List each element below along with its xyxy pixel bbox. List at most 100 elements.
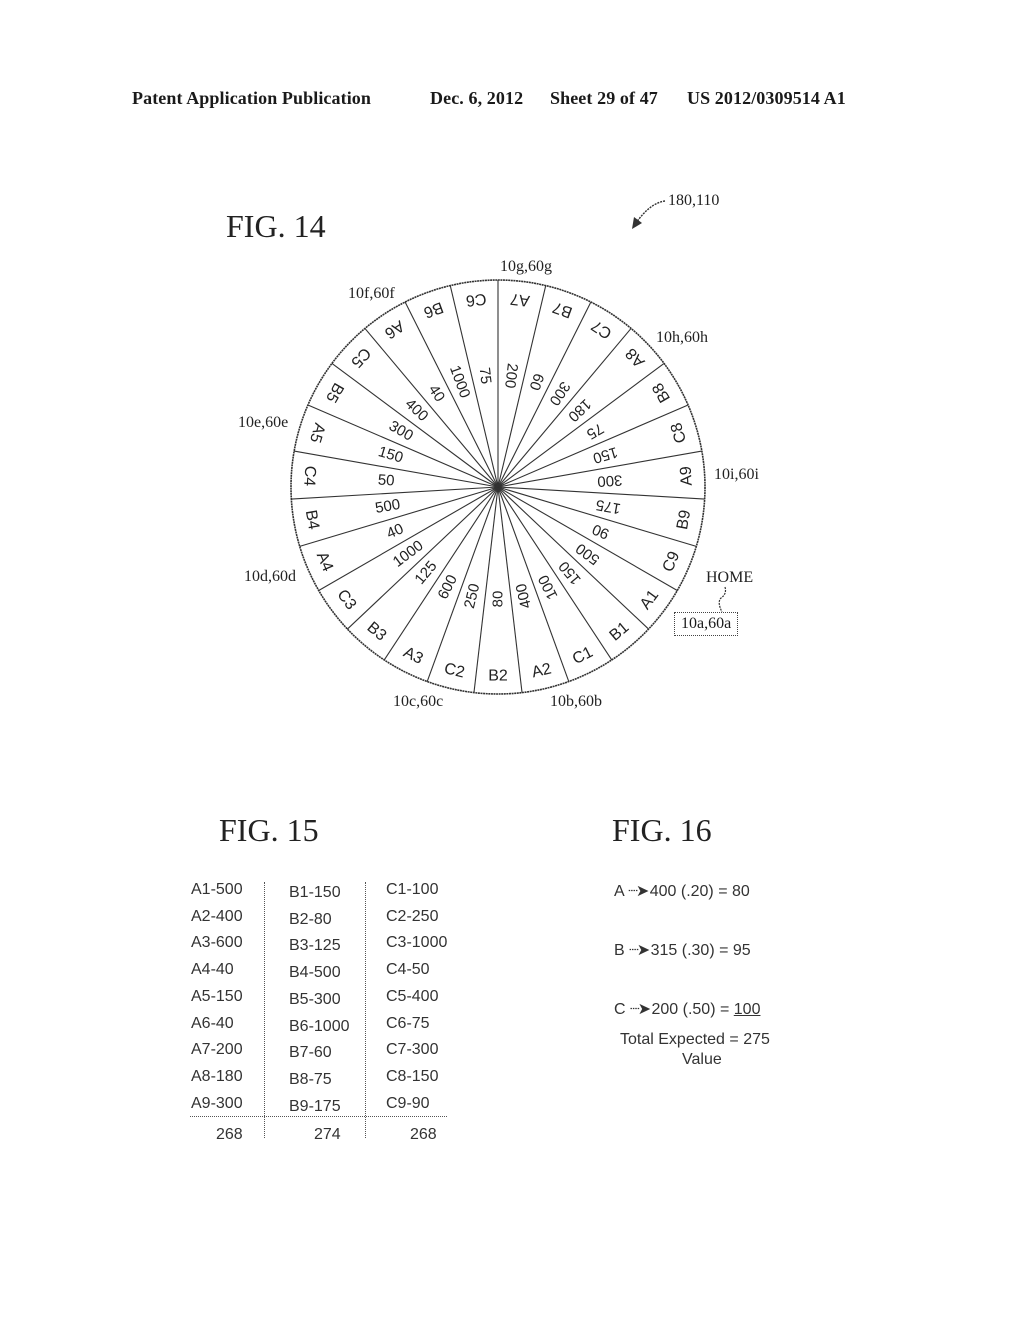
table-cell: A6-40 <box>191 1014 234 1032</box>
table-cell: A9-300 <box>191 1094 243 1112</box>
segment-divider <box>404 301 499 488</box>
segment-label: A8 <box>623 344 649 370</box>
segment-label: C2 <box>443 660 467 681</box>
position-label-e: 10e,60e <box>238 414 289 431</box>
segment-value: 400 <box>513 582 535 610</box>
fig16-total: Total Expected = 275 <box>620 1031 770 1048</box>
segment-label: A9 <box>678 466 696 487</box>
segment-label: B6 <box>421 298 445 321</box>
segment-label: A7 <box>509 290 531 309</box>
position-label-i: 10i,60i <box>714 466 759 483</box>
equation-expression: 200 (.50) = <box>651 1001 734 1018</box>
segment-value: 40 <box>425 382 448 405</box>
segment-label: A5 <box>306 421 328 445</box>
arrow-icon: ┈➤ <box>628 883 650 900</box>
segment-value: 500 <box>374 496 402 517</box>
segment-label: C8 <box>668 420 690 445</box>
segment-divider <box>497 486 678 591</box>
table-cell: B5-300 <box>289 990 341 1008</box>
table-cell: C2-250 <box>386 907 439 925</box>
column-total: 268 <box>410 1126 437 1143</box>
segment-value: 150 <box>555 558 584 588</box>
table-cell: C8-150 <box>386 1067 439 1085</box>
position-label-d: 10d,60d <box>244 568 296 585</box>
segment-divider <box>307 404 499 488</box>
segment-value: 50 <box>377 472 395 490</box>
segment-value: 500 <box>573 540 603 569</box>
segment-value: 150 <box>591 443 620 466</box>
home-label: HOME <box>706 569 754 586</box>
segment-value: 175 <box>594 496 622 517</box>
fig16-title: FIG. 16 <box>612 812 712 848</box>
segment-value: 150 <box>376 443 405 466</box>
column-total: 274 <box>314 1126 341 1143</box>
position-label-c: 10c,60c <box>393 693 444 710</box>
table-cell: C4-50 <box>386 961 430 979</box>
equation-expression: 315 (.30) = <box>650 942 733 959</box>
table-cell: C5-400 <box>386 987 439 1005</box>
segment-value: 180 <box>565 395 595 425</box>
table-cell: C1-100 <box>386 881 439 898</box>
table-cell: B1-150 <box>289 884 341 901</box>
segment-divider <box>497 404 689 488</box>
equation-expression: 400 (.20) = <box>649 883 732 900</box>
segment-value: 250 <box>461 582 483 610</box>
equation-line: B ┈➤ 315 (.30) = 95 <box>614 940 751 960</box>
table-cell: A4-40 <box>191 961 234 979</box>
table-cell: C3-1000 <box>386 934 448 952</box>
segment-label: C1 <box>570 644 596 668</box>
equation-line: A ┈➤ 400 (.20) = 80 <box>614 881 750 901</box>
segment-divider <box>318 486 499 591</box>
equation-result: 100 <box>733 1001 761 1018</box>
equation-letter: C <box>614 1001 630 1018</box>
segment-label: C5 <box>347 344 373 371</box>
segment-label: B5 <box>322 380 347 406</box>
segment-divider <box>364 328 499 488</box>
table-cell: C7-300 <box>386 1041 439 1059</box>
table-divider-1 <box>264 882 265 1138</box>
table-divider-2 <box>365 882 366 1138</box>
segment-label: A1 <box>637 587 662 613</box>
home-position-box: 10a,60a <box>674 612 739 636</box>
equation-line: C ┈➤ 200 (.50) = 100 <box>614 999 760 1019</box>
arrow-icon: ┈➤ <box>630 1001 652 1018</box>
position-label-b: 10b,60b <box>550 693 602 710</box>
fig16-total-value-label: Value <box>682 1051 722 1068</box>
arrow-icon: ┈➤ <box>629 942 651 959</box>
table-cell: A3-600 <box>191 934 243 952</box>
segment-value: 75 <box>476 366 495 385</box>
segment-divider <box>426 486 499 682</box>
table-cell: C9-90 <box>386 1094 430 1112</box>
equation-result: 80 <box>732 883 750 900</box>
table-cell: B6-1000 <box>289 1017 350 1035</box>
segment-value: 400 <box>402 395 432 425</box>
fig15-title: FIG. 15 <box>219 812 319 848</box>
segment-value: 1000 <box>446 363 473 400</box>
segment-label: C4 <box>300 465 318 487</box>
column-total: 268 <box>216 1126 243 1143</box>
segment-label: C6 <box>465 290 487 309</box>
table-cell: A8-180 <box>191 1067 243 1085</box>
table-cell: B7-60 <box>289 1044 332 1062</box>
segment-label: B8 <box>649 380 674 406</box>
segment-divider <box>497 328 632 488</box>
table-cell: A1-500 <box>191 881 243 898</box>
segment-value: 125 <box>411 558 440 588</box>
equation-letter: B <box>614 942 630 959</box>
segment-label: B7 <box>550 298 574 321</box>
segment-label: A2 <box>530 660 553 681</box>
segment-divider <box>497 486 570 682</box>
table-cell: C6-75 <box>386 1014 430 1032</box>
equation-letter: A <box>614 883 629 900</box>
segment-label: C9 <box>660 549 684 575</box>
table-cell: B4-500 <box>289 964 341 982</box>
fig14-wheel: A7200B760C7300A8180B875 C8150A9300B9175C9… <box>290 279 706 695</box>
table-cell: B9-175 <box>289 1097 341 1115</box>
table-cell: B2-80 <box>289 910 332 928</box>
segment-label: B1 <box>607 619 633 645</box>
table-total-rule <box>190 1116 447 1117</box>
segment-label: A4 <box>313 550 336 575</box>
table-cell: A7-200 <box>191 1041 243 1059</box>
segment-value: 75 <box>584 419 607 442</box>
segment-label: B2 <box>488 668 508 685</box>
